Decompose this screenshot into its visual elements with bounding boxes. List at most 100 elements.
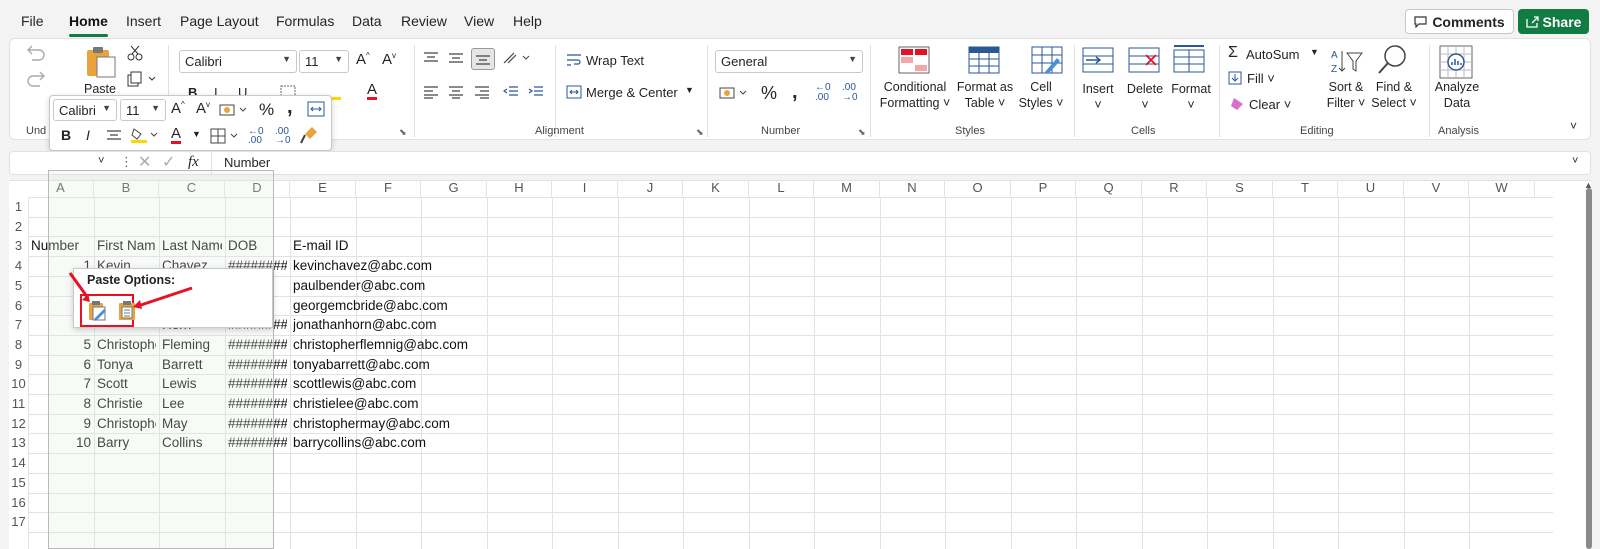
- column-header-s[interactable]: S: [1207, 180, 1273, 197]
- cut-icon[interactable]: [127, 45, 143, 61]
- cell-email[interactable]: kevinchavez@abc.com: [293, 256, 547, 276]
- align-top-icon[interactable]: [423, 51, 439, 65]
- row-header-7[interactable]: 7: [9, 317, 28, 337]
- cell-last-name[interactable]: May: [162, 414, 222, 434]
- cell-last-name[interactable]: Barrett: [162, 355, 222, 375]
- column-header-c[interactable]: C: [159, 180, 225, 197]
- cell-number[interactable]: 8: [31, 394, 91, 414]
- row-header-9[interactable]: 9: [9, 357, 28, 377]
- analyze-data-button[interactable]: Analyze Data: [1431, 79, 1483, 111]
- row-header-5[interactable]: 5: [9, 278, 28, 298]
- row-header-11[interactable]: 11: [9, 396, 28, 416]
- column-header-d[interactable]: D: [225, 180, 290, 197]
- row-header-10[interactable]: 10: [9, 376, 28, 396]
- column-header-t[interactable]: T: [1273, 180, 1338, 197]
- align-center-icon[interactable]: [448, 85, 464, 99]
- name-box[interactable]: [12, 154, 112, 172]
- row-header-8[interactable]: 8: [9, 337, 28, 357]
- sort-filter-icon[interactable]: AZ: [1330, 47, 1364, 75]
- sort-filter-button[interactable]: Sort & Filter ˅: [1324, 79, 1368, 111]
- cell-dob[interactable]: ########: [228, 355, 287, 375]
- format-cells-icon[interactable]: [1173, 45, 1205, 73]
- mini-size-select[interactable]: 11 ▼: [120, 99, 166, 121]
- column-header-g[interactable]: G: [421, 180, 487, 197]
- formula-input[interactable]: Number: [224, 155, 270, 170]
- format-cells-button[interactable]: Format ˅: [1169, 81, 1213, 113]
- insert-cells-button[interactable]: Insert ˅: [1078, 81, 1118, 113]
- header-number[interactable]: Number: [31, 236, 91, 256]
- cell-last-name[interactable]: Lewis: [162, 374, 222, 394]
- mini-italic-icon[interactable]: I: [86, 127, 90, 143]
- redo-icon[interactable]: [24, 71, 48, 89]
- autosum-dropdown-icon[interactable]: ▼: [1310, 47, 1319, 57]
- undo-icon[interactable]: [24, 45, 48, 63]
- row-header-13[interactable]: 13: [9, 435, 28, 455]
- confirm-entry-icon[interactable]: ✓: [162, 152, 175, 172]
- header-first-name[interactable]: First Name: [97, 236, 156, 256]
- menu-insert[interactable]: Insert: [126, 13, 161, 29]
- row-header-2[interactable]: 2: [9, 219, 28, 239]
- menu-data[interactable]: Data: [352, 13, 382, 29]
- column-header-v[interactable]: V: [1404, 180, 1469, 197]
- cell-dob[interactable]: ########: [228, 433, 287, 453]
- cell-styles-icon[interactable]: [1031, 46, 1063, 74]
- cell-email[interactable]: paulbender@abc.com: [293, 276, 547, 296]
- insert-function-icon[interactable]: fx: [188, 154, 199, 171]
- column-header-w[interactable]: W: [1469, 180, 1535, 197]
- row-header-3[interactable]: 3: [9, 238, 28, 258]
- mini-comma-icon[interactable]: ,: [287, 96, 293, 119]
- increase-indent-icon[interactable]: [528, 85, 544, 99]
- cell-dob[interactable]: ########: [228, 374, 287, 394]
- row-header-14[interactable]: 14: [9, 455, 28, 475]
- font-size-select[interactable]: 11 ▼: [299, 50, 349, 73]
- alignment-launcher-icon[interactable]: ⬊: [696, 127, 704, 138]
- row-header-1[interactable]: 1: [9, 199, 28, 219]
- cell-first-name[interactable]: Barry: [97, 433, 156, 453]
- mini-bold-icon[interactable]: B: [61, 127, 71, 143]
- mini-font-select[interactable]: Calibri ▼: [53, 99, 117, 121]
- row-header-16[interactable]: 16: [9, 495, 28, 515]
- mini-grow-font-icon[interactable]: A^: [171, 100, 185, 117]
- vertical-scrollbar[interactable]: [1586, 188, 1592, 549]
- column-header-n[interactable]: N: [880, 180, 945, 197]
- copy-icon[interactable]: [127, 71, 157, 87]
- header-email[interactable]: E-mail ID: [293, 236, 487, 256]
- column-header-p[interactable]: P: [1011, 180, 1076, 197]
- header-dob[interactable]: DOB: [228, 236, 287, 256]
- cell-number[interactable]: 6: [31, 355, 91, 375]
- decrease-decimal-icon[interactable]: .00 →0: [842, 83, 858, 103]
- cell-last-name[interactable]: Collins: [162, 433, 222, 453]
- paste-icon[interactable]: [85, 45, 117, 79]
- cell-last-name[interactable]: Fleming: [162, 335, 222, 355]
- find-select-button[interactable]: Find & Select ˅: [1369, 79, 1419, 111]
- number-launcher-icon[interactable]: ⬊: [858, 127, 866, 138]
- cell-email[interactable]: jonathanhorn@abc.com: [293, 315, 547, 335]
- cell-first-name[interactable]: Tonya: [97, 355, 156, 375]
- increase-decimal-icon[interactable]: ←0.00: [815, 83, 831, 103]
- align-left-icon[interactable]: [423, 85, 439, 99]
- cell-styles-button[interactable]: Cell Styles ˅: [1015, 79, 1067, 111]
- menu-formulas[interactable]: Formulas: [276, 13, 334, 29]
- row-header-12[interactable]: 12: [9, 416, 28, 436]
- cell-number[interactable]: 10: [31, 433, 91, 453]
- cell-number[interactable]: 9: [31, 414, 91, 434]
- cell-first-name[interactable]: Christie: [97, 394, 156, 414]
- menu-page-layout[interactable]: Page Layout: [180, 13, 259, 29]
- cell-email[interactable]: scottlewis@abc.com: [293, 374, 547, 394]
- menu-help[interactable]: Help: [513, 13, 542, 29]
- share-button[interactable]: Share: [1518, 9, 1589, 34]
- percent-icon[interactable]: %: [761, 83, 777, 104]
- cell-dob[interactable]: ########: [228, 335, 287, 355]
- menu-home[interactable]: Home: [69, 13, 108, 37]
- cell-first-name[interactable]: Scott: [97, 374, 156, 394]
- align-middle-icon[interactable]: [448, 51, 464, 65]
- delete-cells-icon[interactable]: [1128, 47, 1160, 73]
- format-as-table-icon[interactable]: [968, 46, 1000, 74]
- formula-bar-more-icon[interactable]: ⋮: [120, 154, 133, 170]
- menu-review[interactable]: Review: [401, 13, 447, 29]
- cell-number[interactable]: 7: [31, 374, 91, 394]
- cell-email[interactable]: christopherflemnig@abc.com: [293, 335, 547, 355]
- number-format-select[interactable]: General ▼: [715, 50, 863, 73]
- expand-formula-bar-icon[interactable]: ˅: [1572, 155, 1578, 167]
- cell-last-name[interactable]: Lee: [162, 394, 222, 414]
